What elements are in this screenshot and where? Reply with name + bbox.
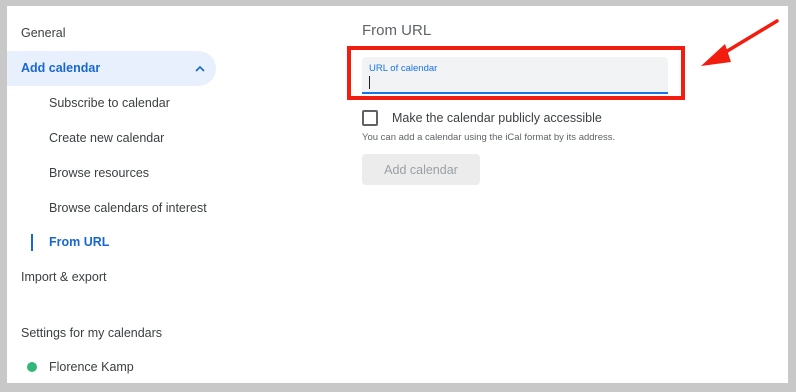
sidebar-item-label: General [21,26,66,40]
my-calendars-heading: Settings for my calendars [21,326,163,340]
public-checkbox[interactable] [362,110,378,126]
calendar-name: Florence Kamp [49,360,134,374]
sidebar-item-label: Browse calendars of interest [49,201,207,215]
public-checkbox-row[interactable]: Make the calendar publicly accessible [362,109,602,127]
sidebar-item-calendar[interactable]: Florence Kamp [27,350,134,384]
sidebar-item-add-calendar[interactable]: Add calendar [7,51,216,86]
sidebar-item-label: Create new calendar [49,131,165,145]
sidebar-item-subscribe[interactable]: Subscribe to calendar [49,86,170,120]
sidebar-item-label: Add calendar [21,61,101,75]
sidebar-item-browse-interest[interactable]: Browse calendars of interest [49,191,207,225]
sidebar-item-import-export[interactable]: Import & export [21,260,106,294]
active-indicator [31,234,33,251]
sidebar-item-label: Import & export [21,270,107,284]
arrow-pointer-icon [701,19,779,66]
sidebar-item-browse-resources[interactable]: Browse resources [49,156,149,190]
sidebar-item-create-new[interactable]: Create new calendar [49,121,164,155]
window-bottom-edge [7,383,788,386]
calendar-color-dot [27,361,37,372]
sidebar-item-label: Subscribe to calendar [49,96,170,110]
add-calendar-button[interactable]: Add calendar [362,154,480,185]
annotation-highlight-box [347,46,685,100]
settings-sidebar: General Add calendar Subscribe to calend… [7,6,229,386]
chevron-up-icon[interactable] [193,62,207,76]
public-checkbox-label: Make the calendar publicly accessible [392,111,602,125]
helper-text: You can add a calendar using the iCal fo… [362,132,616,143]
page-title: From URL [362,22,432,39]
settings-window: General Add calendar Subscribe to calend… [7,6,788,386]
sidebar-item-label: Browse resources [49,166,150,180]
sidebar-item-general[interactable]: General [21,16,65,50]
sidebar-item-from-url[interactable]: From URL [49,225,109,259]
sidebar-item-label: From URL [49,235,110,249]
